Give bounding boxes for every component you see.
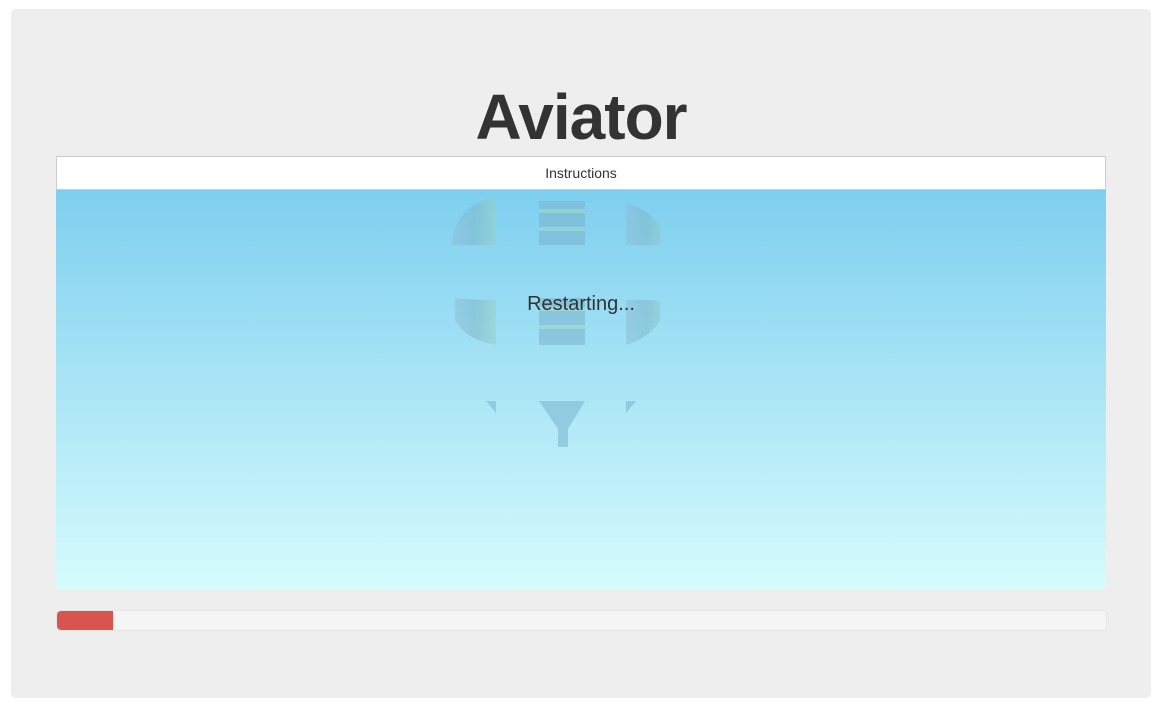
page-title: Aviator bbox=[475, 81, 687, 153]
instructions-button[interactable]: Instructions bbox=[56, 156, 1106, 190]
status-message: Restarting... bbox=[527, 293, 635, 315]
progress-fill bbox=[57, 611, 113, 630]
hot-air-balloon-icon bbox=[452, 197, 660, 447]
game-panel: Aviator Instructions Restarting... bbox=[11, 9, 1151, 698]
progress-bar bbox=[56, 610, 1107, 631]
game-canvas[interactable]: Restarting... bbox=[56, 190, 1106, 590]
